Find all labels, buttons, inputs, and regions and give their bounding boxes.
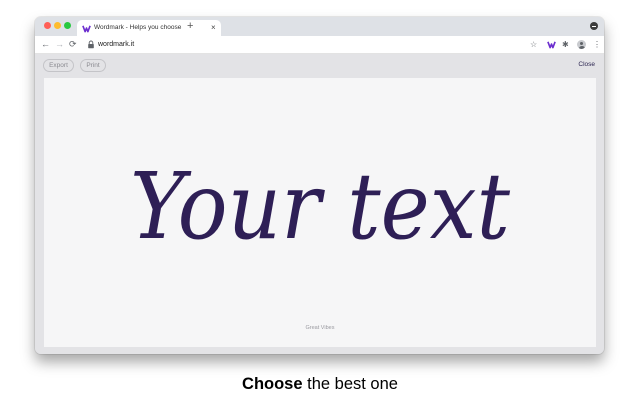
tab-bar: Wordmark - Helps you choose × +	[35, 17, 604, 36]
bookmark-star-icon[interactable]: ☆	[530, 39, 537, 50]
reload-button[interactable]: ⟳	[69, 38, 77, 51]
new-tab-button[interactable]: +	[187, 19, 193, 33]
browser-menu-icon[interactable]: ⋮	[593, 39, 601, 50]
print-button[interactable]: Print	[80, 59, 106, 72]
browser-toolbar: ← → ⟳ wordmark.it ☆ ✱ ⋮	[35, 36, 604, 54]
preview-text-canvas: Your text	[130, 153, 511, 260]
wordmark-extension-icon[interactable]	[547, 40, 556, 49]
back-button[interactable]: ←	[41, 38, 50, 51]
extensions-puzzle-icon[interactable]: ✱	[562, 39, 569, 50]
preview-text: Your text	[130, 153, 511, 260]
close-window-button[interactable]	[44, 22, 51, 29]
caption-emphasis: Choose	[242, 375, 303, 393]
profile-avatar-icon[interactable]	[577, 40, 586, 49]
font-name-label: Great Vibes	[305, 325, 335, 331]
close-button[interactable]: Close	[578, 60, 595, 70]
maximize-window-button[interactable]	[64, 22, 71, 29]
wordmark-app: Export Print Close Your text Great Vibes	[35, 54, 604, 354]
export-button[interactable]: Export	[43, 59, 74, 72]
wordmark-logo-icon	[82, 25, 91, 33]
tab-wordmark[interactable]: Wordmark - Helps you choose ×	[77, 20, 221, 36]
lock-icon[interactable]	[87, 40, 95, 49]
window-menu-icon[interactable]	[590, 22, 598, 30]
caption-rest: the best one	[302, 375, 398, 393]
address-bar[interactable]: wordmark.it	[98, 39, 134, 50]
tab-close-icon[interactable]: ×	[211, 22, 216, 34]
browser-window: Wordmark - Helps you choose × + ← → ⟳ wo…	[35, 17, 604, 354]
forward-button[interactable]: →	[55, 38, 64, 51]
font-preview-card[interactable]: Your text Great Vibes	[44, 78, 596, 347]
minimize-window-button[interactable]	[54, 22, 61, 29]
promo-caption: Choose the best one	[0, 373, 640, 395]
